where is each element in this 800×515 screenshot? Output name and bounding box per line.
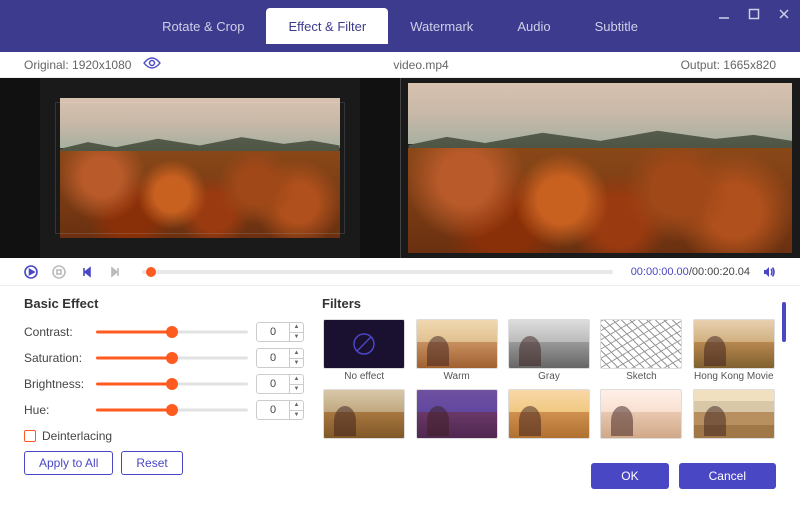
- contrast-down-icon[interactable]: ▼: [290, 333, 303, 342]
- preview-eye-icon[interactable]: [143, 57, 161, 72]
- stop-button[interactable]: [50, 263, 68, 281]
- cancel-button[interactable]: Cancel: [679, 463, 776, 489]
- saturation-spinner[interactable]: 0▲▼: [256, 348, 304, 368]
- filter-warm-label: Warm: [443, 371, 469, 383]
- deinterlacing-label: Deinterlacing: [42, 429, 112, 443]
- filters-scrollbar[interactable]: [782, 302, 786, 342]
- maximize-button[interactable]: [746, 6, 762, 22]
- hue-spinner[interactable]: 0▲▼: [256, 400, 304, 420]
- seek-bar[interactable]: [142, 270, 613, 274]
- tab-subtitle[interactable]: Subtitle: [573, 8, 660, 44]
- filter-sketch-label: Sketch: [626, 371, 657, 383]
- close-button[interactable]: [776, 6, 792, 22]
- deinterlacing-checkbox[interactable]: [24, 430, 36, 442]
- tab-rotate-crop[interactable]: Rotate & Crop: [140, 8, 266, 44]
- filters-panel: Filters No effect Warm Gray Sketch Hong …: [322, 296, 776, 458]
- saturation-row: Saturation: 0▲▼: [24, 345, 304, 371]
- filter-sketch[interactable]: [600, 319, 682, 369]
- tab-watermark[interactable]: Watermark: [388, 8, 495, 44]
- next-frame-button[interactable]: [106, 263, 124, 281]
- deinterlacing-row[interactable]: Deinterlacing: [24, 429, 304, 443]
- output-label: Output: 1665x820: [681, 58, 776, 72]
- contrast-slider[interactable]: [96, 325, 248, 339]
- brightness-row: Brightness: 0▲▼: [24, 371, 304, 397]
- original-label: Original: 1920x1080: [24, 58, 131, 72]
- filter-item-7[interactable]: [416, 389, 498, 439]
- contrast-row: Contrast: 0▲▼: [24, 319, 304, 345]
- playback-controls: 00:00:00.00/00:00:20.04: [0, 258, 800, 286]
- hue-down-icon[interactable]: ▼: [290, 411, 303, 420]
- filter-gray[interactable]: [508, 319, 590, 369]
- saturation-up-icon[interactable]: ▲: [290, 349, 303, 359]
- filter-no-effect-label: No effect: [344, 371, 384, 383]
- brightness-slider[interactable]: [96, 377, 248, 391]
- ok-button[interactable]: OK: [591, 463, 668, 489]
- title-bar: Rotate & Crop Effect & Filter Watermark …: [0, 0, 800, 52]
- seek-knob[interactable]: [146, 267, 156, 277]
- time-display: 00:00:00.00/00:00:20.04: [631, 266, 750, 278]
- preview-output-pane: [400, 78, 800, 258]
- saturation-label: Saturation:: [24, 351, 88, 365]
- filter-no-effect[interactable]: [323, 319, 405, 369]
- reset-button[interactable]: Reset: [121, 451, 182, 475]
- volume-button[interactable]: [760, 263, 778, 281]
- filter-hong-kong-movie[interactable]: [693, 319, 775, 369]
- info-bar: Original: 1920x1080 video.mp4 Output: 16…: [0, 52, 800, 78]
- preview-original-pane: [0, 78, 400, 258]
- contrast-spinner[interactable]: 0▲▼: [256, 322, 304, 342]
- filter-item-6[interactable]: [323, 389, 405, 439]
- contrast-up-icon[interactable]: ▲: [290, 323, 303, 333]
- hue-up-icon[interactable]: ▲: [290, 401, 303, 411]
- tab-strip: Rotate & Crop Effect & Filter Watermark …: [140, 0, 660, 52]
- filter-gray-label: Gray: [538, 371, 560, 383]
- basic-effect-title: Basic Effect: [24, 296, 304, 311]
- hue-row: Hue: 0▲▼: [24, 397, 304, 423]
- filter-item-8[interactable]: [508, 389, 590, 439]
- basic-effect-panel: Basic Effect Contrast: 0▲▼ Saturation: 0…: [24, 296, 304, 458]
- apply-to-all-button[interactable]: Apply to All: [24, 451, 113, 475]
- tab-audio[interactable]: Audio: [495, 8, 572, 44]
- saturation-down-icon[interactable]: ▼: [290, 359, 303, 368]
- prev-frame-button[interactable]: [78, 263, 96, 281]
- brightness-up-icon[interactable]: ▲: [290, 375, 303, 385]
- contrast-label: Contrast:: [24, 325, 88, 339]
- brightness-label: Brightness:: [24, 377, 88, 391]
- filter-item-10[interactable]: [693, 389, 775, 439]
- tab-effect-filter[interactable]: Effect & Filter: [266, 8, 388, 44]
- filter-warm[interactable]: [416, 319, 498, 369]
- hue-slider[interactable]: [96, 403, 248, 417]
- brightness-down-icon[interactable]: ▼: [290, 385, 303, 394]
- preview-area: [0, 78, 800, 258]
- hue-label: Hue:: [24, 403, 88, 417]
- saturation-slider[interactable]: [96, 351, 248, 365]
- brightness-spinner[interactable]: 0▲▼: [256, 374, 304, 394]
- filename-label: video.mp4: [161, 58, 680, 72]
- filter-item-9[interactable]: [600, 389, 682, 439]
- filter-hk-label: Hong Kong Movie: [694, 371, 774, 383]
- minimize-button[interactable]: [716, 6, 732, 22]
- filters-title: Filters: [322, 296, 776, 311]
- play-button[interactable]: [22, 263, 40, 281]
